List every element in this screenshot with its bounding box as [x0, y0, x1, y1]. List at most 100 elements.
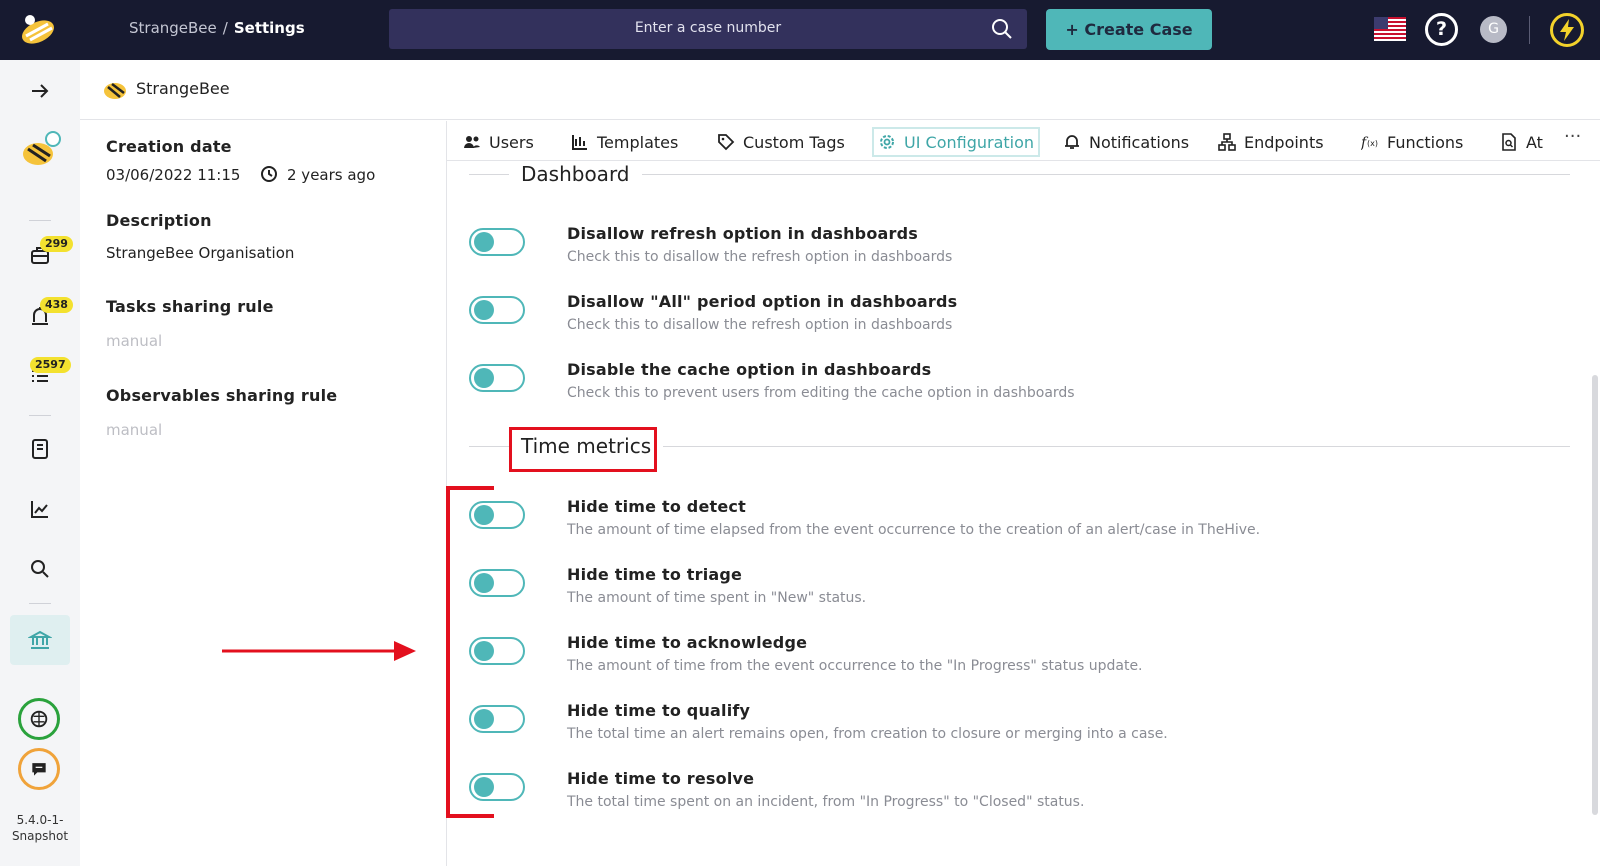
tab-ui-configuration[interactable]: UI Configuration	[872, 127, 1041, 157]
option-disable-cache: Disable the cache option in dashboards C…	[469, 360, 1570, 410]
option-title: Hide time to resolve	[567, 769, 755, 788]
creation-date-value: 03/06/2022 11:15	[106, 166, 241, 184]
annotation-bracket	[446, 486, 494, 818]
breadcrumb-parent[interactable]: StrangeBee	[129, 19, 217, 37]
tab-label: Notifications	[1089, 132, 1190, 152]
option-description: The amount of time spent in "New" status…	[567, 590, 867, 606]
dashboard-section-title: Dashboard	[509, 162, 642, 186]
option-hide-time-to-detect: Hide time to detect The amount of time e…	[469, 497, 1570, 547]
sidebar-item-search[interactable]	[10, 546, 70, 592]
option-title: Hide time to acknowledge	[567, 633, 808, 652]
bell-icon	[1065, 135, 1079, 149]
chat-icon	[32, 763, 46, 776]
tab-functions[interactable]: f (x) Functions	[1361, 127, 1463, 157]
arrow-right-icon	[32, 84, 49, 98]
toggle-switch[interactable]	[469, 228, 525, 256]
tab-users[interactable]: Users	[463, 127, 534, 157]
version-label: 5.4.0-1-Snapshot	[11, 813, 69, 843]
tab-custom-tags[interactable]: Custom Tags	[717, 127, 845, 157]
breadcrumb: StrangeBee / Settings	[129, 19, 305, 37]
tag-icon	[718, 134, 735, 151]
case-search-input[interactable]: Enter a case number	[389, 9, 1027, 49]
toggle-switch[interactable]	[469, 296, 525, 324]
annotation-arrow-icon	[222, 641, 416, 661]
svg-text:(x): (x)	[1367, 139, 1378, 148]
thehive-logo-icon[interactable]	[18, 12, 58, 48]
sidebar-item-dashboards[interactable]	[10, 486, 70, 532]
breadcrumb-separator: /	[222, 19, 228, 37]
tab-label: Endpoints	[1244, 132, 1324, 152]
description-label: Description	[106, 211, 212, 230]
left-sidebar: 299 438 2597	[0, 60, 80, 866]
tab-label: Functions	[1387, 132, 1464, 152]
us-flag-icon[interactable]	[1374, 17, 1406, 41]
file-search-icon	[1502, 133, 1516, 151]
option-title: Disable the cache option in dashboards	[567, 360, 932, 379]
gear-icon	[880, 135, 894, 149]
option-hide-time-to-qualify: Hide time to qualify The total time an a…	[469, 701, 1570, 751]
function-icon: f (x)	[1361, 135, 1378, 151]
ui-configuration-panel: Dashboard Disallow refresh option in das…	[447, 162, 1600, 866]
option-description: The amount of time elapsed from the even…	[567, 522, 1261, 538]
creation-relative: 2 years ago	[287, 166, 376, 184]
observables-sharing-rule-value: manual	[106, 421, 163, 439]
cases-count-badge: 299	[40, 236, 73, 252]
sidebar-item-cases[interactable]: 299	[10, 232, 73, 278]
search-placeholder: Enter a case number	[634, 20, 782, 36]
option-title: Hide time to qualify	[567, 701, 751, 720]
tab-notifications[interactable]: Notifications	[1063, 127, 1189, 157]
tab-attachments[interactable]: At	[1500, 127, 1543, 157]
option-title: Hide time to triage	[567, 565, 743, 584]
main-scrollbar[interactable]	[1592, 375, 1598, 815]
option-disallow-refresh: Disallow refresh option in dashboards Ch…	[469, 224, 1570, 274]
option-description: The total time an alert remains open, fr…	[567, 726, 1168, 742]
sidebar-item-tasks[interactable]: 2597	[10, 353, 71, 399]
top-bar: StrangeBee / Settings Enter a case number …	[0, 0, 1600, 60]
tab-templates[interactable]: Templates	[571, 127, 678, 157]
toggle-switch[interactable]	[469, 364, 525, 392]
help-icon[interactable]: ?	[1425, 13, 1458, 46]
chat-button[interactable]	[18, 748, 60, 790]
creation-date-label: Creation date	[106, 137, 232, 156]
cortex-button[interactable]	[18, 698, 60, 740]
alerts-count-badge: 438	[40, 297, 73, 313]
tab-label: Custom Tags	[743, 132, 845, 152]
lightning-icon[interactable]	[1550, 13, 1584, 47]
clock-icon	[261, 166, 277, 182]
tab-label: At	[1526, 132, 1543, 152]
tasks-count-badge: 2597	[30, 357, 71, 373]
option-title: Disallow refresh option in dashboards	[567, 224, 918, 243]
option-title: Disallow "All" period option in dashboar…	[567, 292, 958, 311]
tab-label: Templates	[597, 132, 679, 152]
create-case-button[interactable]: + Create Case	[1046, 9, 1212, 50]
settings-tabs: Users Templates Custom Tags UI Configura…	[447, 121, 1600, 161]
topbar-divider	[1529, 16, 1530, 44]
tab-label: UI Configuration	[904, 132, 1035, 152]
sidebar-item-knowledge[interactable]	[10, 426, 70, 472]
tab-endpoints[interactable]: Endpoints	[1218, 127, 1324, 157]
sidebar-item-alerts[interactable]: 438	[10, 293, 73, 339]
option-hide-time-to-acknowledge: Hide time to acknowledge The amount of t…	[469, 633, 1570, 683]
option-disallow-all-period: Disallow "All" period option in dashboar…	[469, 292, 1570, 342]
expand-sidebar-button[interactable]	[10, 68, 70, 114]
option-description: Check this to disallow the refresh optio…	[567, 249, 953, 265]
sidebar-item-organisation[interactable]	[10, 615, 70, 665]
observables-sharing-rule-label: Observables sharing rule	[106, 386, 338, 405]
description-value: StrangeBee Organisation	[106, 244, 295, 262]
organisation-switcher[interactable]	[10, 124, 70, 176]
annotation-highlight-box	[509, 427, 657, 472]
tab-label: Users	[489, 132, 534, 152]
option-description: Check this to prevent users from editing…	[567, 385, 1075, 401]
option-description: The total time spent on an incident, fro…	[567, 794, 1085, 810]
tasks-sharing-rule-label: Tasks sharing rule	[106, 297, 274, 316]
organisation-info-panel: Creation date 03/06/2022 11:15 2 years a…	[80, 121, 447, 866]
organisation-header: StrangeBee	[80, 60, 1600, 120]
option-description: Check this to disallow the refresh optio…	[567, 317, 953, 333]
endpoints-icon	[1218, 133, 1236, 151]
search-icon[interactable]	[991, 18, 1013, 40]
organisation-name: StrangeBee	[136, 79, 230, 98]
chart-icon	[31, 501, 48, 518]
brain-icon	[30, 710, 48, 728]
user-avatar[interactable]: G	[1480, 16, 1507, 43]
more-tabs-button[interactable]: ···	[1564, 126, 1581, 147]
